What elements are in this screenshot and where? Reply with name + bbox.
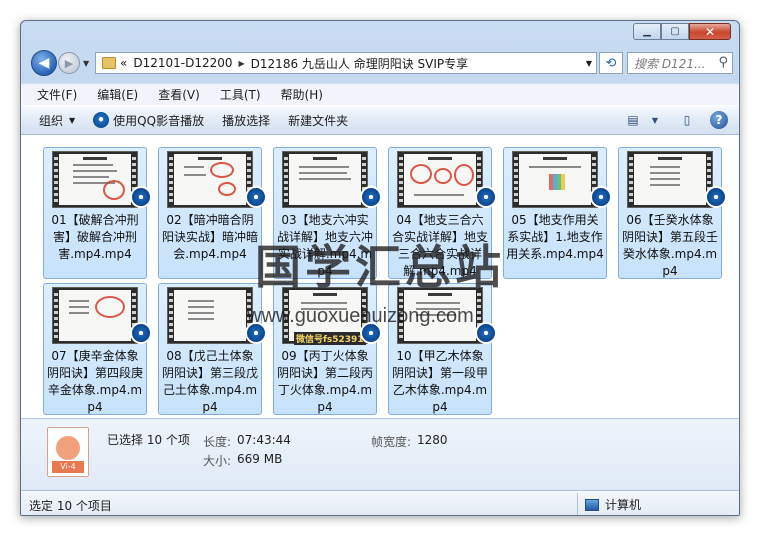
preview-pane-icon[interactable]: ▯ bbox=[677, 111, 697, 129]
chevron-down-icon: ▼ bbox=[69, 115, 76, 125]
menu-bar: 文件(F) 编辑(E) 查看(V) 工具(T) 帮助(H) bbox=[21, 83, 739, 105]
file-item[interactable]: 08【戊己土体象阴阳诀】第三段戊己土体象.mp4.mp4 bbox=[158, 283, 267, 415]
watermark-url: www.guoxuehuizong.com bbox=[247, 305, 474, 327]
video-thumbnail bbox=[282, 151, 368, 208]
maximize-button[interactable]: ▢ bbox=[661, 23, 689, 40]
video-thumbnail bbox=[52, 151, 138, 208]
address-dropdown-icon[interactable]: ▼ bbox=[586, 59, 592, 68]
back-button[interactable]: ◀ bbox=[31, 50, 57, 76]
wechat-overlay: 微信号fs52391 bbox=[294, 332, 366, 345]
breadcrumb-current[interactable]: D12186 九岳山人 命理阴阳诀 SVIP专享 bbox=[251, 55, 468, 72]
help-button[interactable]: ? bbox=[709, 111, 729, 129]
new-folder-button[interactable]: 新建文件夹 bbox=[288, 112, 348, 129]
status-divider bbox=[577, 493, 578, 515]
menu-edit[interactable]: 编辑(E) bbox=[97, 86, 138, 103]
file-name: 07【庚辛金体象阴阳诀】第四段庚辛金体象.mp4.mp4 bbox=[46, 349, 143, 414]
view-options-icon[interactable]: ▤ bbox=[623, 111, 643, 129]
status-location: 计算机 bbox=[585, 496, 641, 513]
new-folder-label: 新建文件夹 bbox=[288, 113, 349, 128]
menu-view[interactable]: 查看(V) bbox=[158, 86, 200, 103]
file-item[interactable]: 02【暗冲暗合阴阳诀实战】暗冲暗会.mp4.mp4 bbox=[158, 147, 267, 279]
file-name: 05【地支作用关系实战】1.地支作用关系.mp4.mp4 bbox=[506, 213, 604, 261]
file-item[interactable]: 01【破解合冲刑害】破解合冲刑害.mp4.mp4 bbox=[43, 147, 152, 279]
search-icon[interactable]: ⚲ bbox=[718, 55, 728, 70]
video-thumbnail bbox=[627, 151, 713, 208]
menu-tools[interactable]: 工具(T) bbox=[220, 86, 261, 103]
file-name: 10【甲乙木体象阴阳诀】第一段甲乙木体象.mp4.mp4 bbox=[391, 349, 488, 414]
watermark-text: 国学汇总站 bbox=[255, 240, 505, 294]
length-value: 07:43:44 bbox=[237, 433, 291, 447]
file-item[interactable]: 06【壬癸水体象阴阳诀】第五段壬癸水体象.mp4.mp4 bbox=[618, 147, 727, 279]
video-file-icon bbox=[130, 186, 152, 208]
play-with-qq-label: 使用QQ影音播放 bbox=[113, 113, 205, 128]
refresh-button[interactable]: ⟲ bbox=[599, 52, 623, 74]
file-type-tag: Vi-4 bbox=[52, 461, 84, 473]
video-thumbnail bbox=[167, 287, 253, 344]
status-selection: 选定 10 个项目 bbox=[29, 499, 112, 513]
file-name: 09【丙丁火体象阴阳诀】第二段丙丁火体象.mp4.mp4 bbox=[276, 349, 373, 414]
command-bar: 组织 ▼ 使用QQ影音播放 播放选择 新建文件夹 ▤ ▼ ▯ ? bbox=[21, 105, 739, 135]
video-file-icon bbox=[245, 186, 267, 208]
status-bar: 选定 10 个项目 计算机 bbox=[21, 490, 739, 515]
address-overflow-icon[interactable]: « bbox=[120, 56, 127, 70]
address-bar[interactable]: « D12101-D12200 ▶ D12186 九岳山人 命理阴阳诀 SVIP… bbox=[95, 52, 597, 74]
video-thumbnail bbox=[397, 151, 483, 208]
breadcrumb-parent[interactable]: D12101-D12200 bbox=[133, 56, 232, 70]
file-name: 02【暗冲暗合阴阳诀实战】暗冲暗会.mp4.mp4 bbox=[161, 213, 258, 261]
play-with-qq-button[interactable]: 使用QQ影音播放 bbox=[93, 112, 204, 129]
explorer-window: ▁ ▢ ✕ ◀ ▶ ▼ « D12101-D12200 ▶ D12186 九岳山… bbox=[20, 20, 740, 516]
video-thumbnail bbox=[52, 287, 138, 344]
menu-help[interactable]: 帮助(H) bbox=[281, 86, 323, 103]
qq-player-icon bbox=[93, 112, 110, 128]
length-label: 长度: bbox=[203, 435, 232, 449]
video-file-icon bbox=[475, 322, 497, 344]
file-item[interactable]: 微信号fs52391 09【丙丁火体象阴阳诀】第二段丙丁火体象.mp4.mp4 bbox=[273, 283, 382, 415]
video-file-icon bbox=[475, 186, 497, 208]
video-thumbnail bbox=[512, 151, 598, 208]
help-icon: ? bbox=[710, 111, 728, 129]
folder-icon bbox=[102, 57, 116, 69]
file-item[interactable]: 10【甲乙木体象阴阳诀】第一段甲乙木体象.mp4.mp4 bbox=[388, 283, 497, 415]
forward-button[interactable]: ▶ bbox=[58, 52, 80, 74]
computer-icon bbox=[585, 498, 599, 511]
status-location-label: 计算机 bbox=[605, 498, 642, 512]
recent-pages-dropdown-icon[interactable]: ▼ bbox=[83, 59, 89, 68]
breadcrumb-arrow-icon[interactable]: ▶ bbox=[239, 59, 245, 68]
file-name: 06【壬癸水体象阴阳诀】第五段壬癸水体象.mp4.mp4 bbox=[621, 213, 718, 278]
size-label: 大小: bbox=[203, 454, 232, 468]
file-item[interactable]: 05【地支作用关系实战】1.地支作用关系.mp4.mp4 bbox=[503, 147, 612, 279]
file-view[interactable]: 01【破解合冲刑害】破解合冲刑害.mp4.mp4 02【暗冲暗合阴阳诀实战】暗冲… bbox=[21, 135, 739, 418]
play-selection-label: 播放选择 bbox=[222, 113, 271, 128]
video-file-large-icon: Vi-4 bbox=[47, 427, 89, 477]
details-pane: Vi-4 已选择 10 个项 长度: 07:43:44 大小: 669 MB 帧… bbox=[21, 418, 739, 490]
selection-count: 已选择 10 个项 bbox=[107, 433, 190, 447]
play-selection-button[interactable]: 播放选择 bbox=[222, 112, 270, 129]
frame-width-value: 1280 bbox=[417, 433, 448, 447]
file-name: 08【戊己土体象阴阳诀】第三段戊己土体象.mp4.mp4 bbox=[161, 349, 258, 414]
window-controls: ▁ ▢ ✕ bbox=[633, 23, 731, 40]
size-value: 669 MB bbox=[237, 452, 283, 466]
video-file-icon bbox=[360, 186, 382, 208]
minimize-button[interactable]: ▁ bbox=[633, 23, 661, 40]
title-bar[interactable]: ▁ ▢ ✕ bbox=[21, 21, 739, 47]
frame-width-label: 帧宽度: bbox=[371, 435, 412, 449]
video-thumbnail bbox=[167, 151, 253, 208]
file-name: 01【破解合冲刑害】破解合冲刑害.mp4.mp4 bbox=[51, 213, 139, 261]
file-item[interactable]: 07【庚辛金体象阴阳诀】第四段庚辛金体象.mp4.mp4 bbox=[43, 283, 152, 415]
organize-button[interactable]: 组织 ▼ bbox=[39, 112, 75, 129]
search-input[interactable]: 搜索 D121... ⚲ bbox=[627, 52, 733, 74]
search-placeholder: 搜索 D121... bbox=[634, 56, 706, 71]
view-dropdown-icon[interactable]: ▼ bbox=[645, 111, 665, 129]
organize-label: 组织 bbox=[39, 113, 64, 128]
video-file-icon bbox=[130, 322, 152, 344]
toolbar-right: ▤ ▼ ▯ ? bbox=[611, 111, 729, 129]
video-file-icon bbox=[705, 186, 727, 208]
menu-file[interactable]: 文件(F) bbox=[37, 86, 77, 103]
navigation-bar: ◀ ▶ ▼ « D12101-D12200 ▶ D12186 九岳山人 命理阴阳… bbox=[21, 47, 739, 79]
close-button[interactable]: ✕ bbox=[689, 23, 731, 40]
video-file-icon bbox=[590, 186, 612, 208]
